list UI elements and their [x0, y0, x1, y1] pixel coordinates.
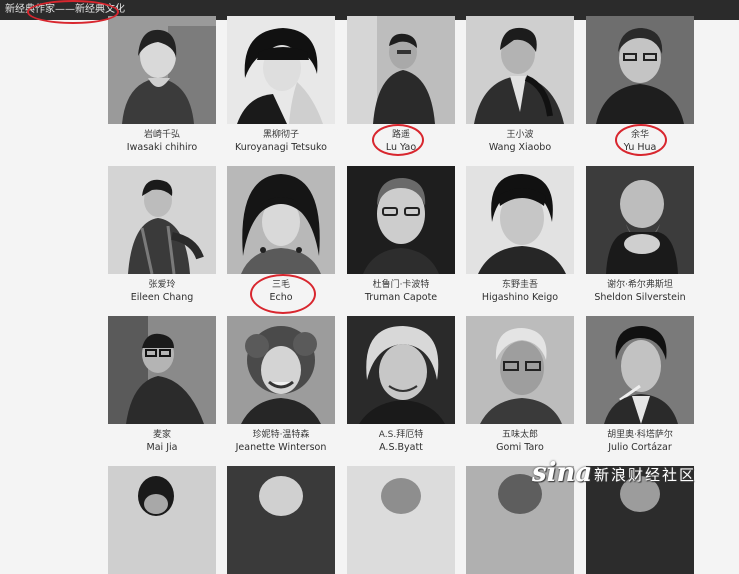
author-photo[interactable] [227, 466, 335, 574]
author-name-cn: 珍妮特·温特森 [252, 430, 310, 440]
author-photo[interactable] [466, 166, 574, 274]
author-name-en: Iwasaki chihiro [126, 142, 198, 153]
author-name-cn: 胡里奥·科塔萨尔 [607, 430, 673, 440]
author-photo[interactable] [466, 316, 574, 424]
author-name-en: Echo [269, 292, 293, 303]
author-name-en: Mai Jia [146, 442, 178, 453]
author-name-en: Kuroyanagi Tetsuko [235, 142, 327, 153]
author-photo[interactable] [108, 16, 216, 124]
author-photo[interactable] [108, 316, 216, 424]
author-name-cn: 张爱玲 [148, 280, 176, 290]
author-name-cn: 岩崎千弘 [143, 130, 180, 140]
author-photo[interactable] [108, 166, 216, 274]
author-name-cn: 东野圭吾 [501, 280, 538, 290]
author-name-en: Yu Hua [623, 142, 657, 153]
author-photo[interactable] [108, 466, 216, 574]
author-photo[interactable] [466, 16, 574, 124]
author-photo[interactable] [347, 316, 455, 424]
author-photo[interactable] [227, 316, 335, 424]
watermark-text: 新浪财经社区 [594, 466, 697, 484]
author-name-en: Gomi Taro [496, 442, 544, 453]
author-name-cn: 王小波 [506, 130, 534, 140]
author-name-cn: A.S.拜厄特 [378, 430, 424, 440]
sina-watermark: sina 新浪财经社区 [532, 458, 732, 492]
author-name-cn: 余华 [630, 130, 649, 140]
author-grid: 岩崎千弘 Iwasaki chihiro 黑柳彻子 Kuroyanagi Tet… [0, 0, 739, 574]
author-name-en: Lu Yao [385, 142, 417, 153]
author-photo[interactable] [227, 166, 335, 274]
author-name-en: A.S.Byatt [379, 442, 423, 453]
author-name-en: Julio Cortázar [608, 442, 672, 453]
author-name-en: Wang Xiaobo [488, 142, 552, 153]
author-name-cn: 五味太郎 [501, 430, 538, 440]
author-photo[interactable] [586, 316, 694, 424]
author-name-en: Truman Capote [364, 292, 438, 303]
author-name-cn: 麦家 [152, 430, 171, 440]
author-name-cn: 三毛 [271, 280, 290, 290]
author-name-en: Sheldon Silverstein [594, 292, 686, 303]
author-photo[interactable] [347, 466, 455, 574]
author-name-cn: 谢尔·希尔弗斯坦 [607, 280, 673, 290]
author-photo[interactable] [347, 166, 455, 274]
author-name-en: Eileen Chang [130, 292, 194, 303]
author-name-cn: 路遥 [391, 130, 410, 140]
author-name-cn: 杜鲁门·卡波特 [372, 280, 430, 290]
author-photo[interactable] [227, 16, 335, 124]
author-name-cn: 黑柳彻子 [262, 130, 299, 140]
sina-logo: sina [532, 458, 593, 488]
author-name-en: Jeanette Winterson [235, 442, 327, 453]
author-photo[interactable] [586, 16, 694, 124]
author-name-en: Higashino Keigo [481, 292, 559, 303]
author-photo[interactable] [347, 16, 455, 124]
author-photo[interactable] [586, 166, 694, 274]
